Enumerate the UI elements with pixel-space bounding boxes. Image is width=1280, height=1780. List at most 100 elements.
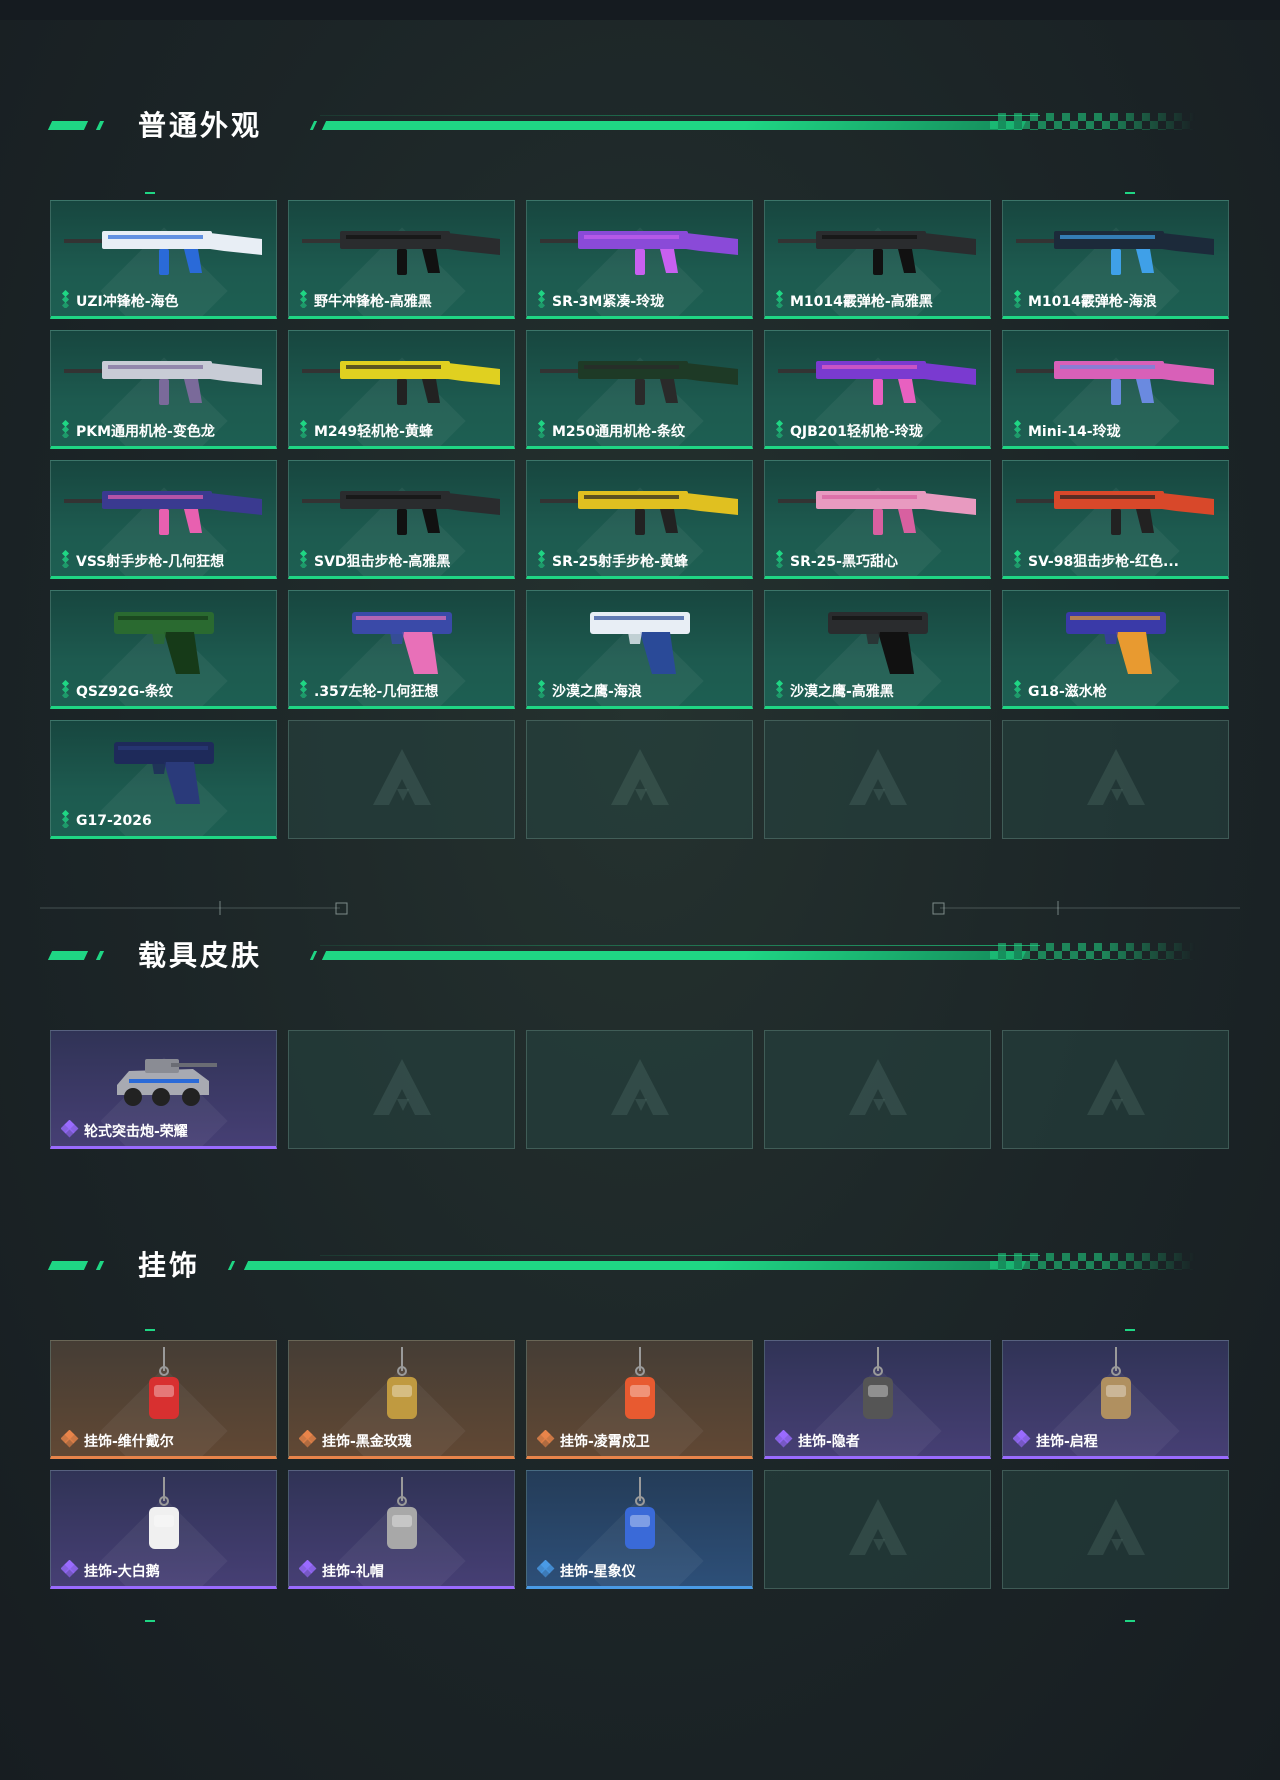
item-name: QSZ92G-条纹 [76,684,173,700]
item-label: 沙漠之鹰-高雅黑 [775,680,986,702]
weapon-skin-image [63,475,264,549]
weapon-skin-image [539,345,740,419]
section-header-weapon-skins: 普通外观 [47,107,1200,147]
item-card[interactable]: 挂饰-隐者 [764,1340,991,1459]
item-name: 沙漠之鹰-海浪 [552,684,642,700]
blue-rarity-icon [537,1560,555,1582]
section-title: 普通外观 [138,109,263,142]
item-name: Mini-14-玲珑 [1028,424,1121,440]
green-rarity-icon [299,680,309,702]
purple-rarity-icon [1013,1430,1031,1452]
green-rarity-icon [775,420,785,442]
item-name: 挂饰-星象仪 [560,1564,636,1580]
corner-marker [145,1620,155,1622]
item-card[interactable]: M250通用机枪-条纹 [526,330,753,449]
item-card[interactable]: UZI冲锋枪-海色 [50,200,277,319]
item-card[interactable]: 挂饰-凌霄戍卫 [526,1340,753,1459]
header-thin-line [320,945,1040,946]
weapon-skin-image [63,345,264,419]
empty-slot [764,1030,991,1149]
item-name: M250通用机枪-条纹 [552,424,685,440]
weapon-skin-image [777,475,978,549]
item-card[interactable]: .357左轮-几何狂想 [288,590,515,709]
item-label: 挂饰-启程 [1013,1430,1224,1452]
item-card[interactable]: SVD狙击步枪-高雅黑 [288,460,515,579]
item-label: G18-滋水枪 [1013,680,1224,702]
item-label: 轮式突击炮-荣耀 [61,1120,272,1142]
item-card[interactable]: 挂饰-黑金玫瑰 [288,1340,515,1459]
empty-slot [288,720,515,839]
item-card[interactable]: 沙漠之鹰-高雅黑 [764,590,991,709]
corner-marker [145,1329,155,1331]
purple-rarity-icon [61,1560,79,1582]
item-name: 轮式突击炮-荣耀 [84,1124,188,1140]
header-thin-line [320,115,1040,116]
header-line [243,1261,1027,1270]
item-card[interactable]: QSZ92G-条纹 [50,590,277,709]
empty-slot [1002,1030,1229,1149]
item-label: SR-25射手步枪-黄蜂 [537,550,748,572]
item-name: 挂饰-大白鹅 [84,1564,160,1580]
item-label: 挂饰-大白鹅 [61,1560,272,1582]
weapon-skin-image [301,215,502,289]
charm-image [610,1345,670,1439]
item-name: 挂饰-维什戴尔 [84,1434,174,1450]
item-card[interactable]: VSS射手步枪-几何狂想 [50,460,277,579]
placeholder-logo-icon [843,743,913,817]
item-card[interactable]: QJB201轻机枪-玲珑 [764,330,991,449]
item-card[interactable]: 沙漠之鹰-海浪 [526,590,753,709]
item-card[interactable]: 挂饰-维什戴尔 [50,1340,277,1459]
item-label: 挂饰-星象仪 [537,1560,748,1582]
header-line [321,121,1027,130]
header-checker-pattern [990,1253,1195,1270]
item-label: M250通用机枪-条纹 [537,420,748,442]
item-label: PKM通用机枪-变色龙 [61,420,272,442]
corner-marker [1125,192,1135,194]
header-line-tick [309,951,318,960]
weapon-skin-image [818,600,938,684]
item-name: 挂饰-黑金玫瑰 [322,1434,412,1450]
item-label: Mini-14-玲珑 [1013,420,1224,442]
placeholder-logo-icon [843,1053,913,1127]
item-name: SVD狙击步枪-高雅黑 [314,554,451,570]
green-rarity-icon [1013,680,1023,702]
weapon-skin-image [1015,215,1216,289]
item-name: 挂饰-凌霄戍卫 [560,1434,650,1450]
item-card[interactable]: 挂饰-星象仪 [526,1470,753,1589]
item-name: SR-3M紧凑-玲珑 [552,294,665,310]
weapon-skin-image [104,730,224,814]
item-card[interactable]: G17-2026 [50,720,277,839]
item-card[interactable]: G18-滋水枪 [1002,590,1229,709]
charm-image [1086,1345,1146,1439]
item-card[interactable]: 野牛冲锋枪-高雅黑 [288,200,515,319]
weapon-skin-image [1056,600,1176,684]
weapon-skin-image [777,215,978,289]
item-name: G18-滋水枪 [1028,684,1107,700]
section-divider [40,901,1240,915]
item-card[interactable]: M1014霰弹枪-海浪 [1002,200,1229,319]
item-card[interactable]: SR-25-黑巧甜心 [764,460,991,579]
item-card[interactable]: M1014霰弹枪-高雅黑 [764,200,991,319]
green-rarity-icon [775,550,785,572]
item-card[interactable]: 挂饰-大白鹅 [50,1470,277,1589]
empty-slot [526,720,753,839]
item-label: SR-3M紧凑-玲珑 [537,290,748,312]
item-label: 沙漠之鹰-海浪 [537,680,748,702]
item-card[interactable]: 挂饰-礼帽 [288,1470,515,1589]
item-card[interactable]: SR-25射手步枪-黄蜂 [526,460,753,579]
header-thin-line [320,1255,1040,1256]
purple-rarity-icon [775,1430,793,1452]
header-checker-pattern [990,943,1195,960]
item-card[interactable]: M249轻机枪-黄蜂 [288,330,515,449]
section-header-vehicle-skins: 载具皮肤 [47,937,1200,977]
item-card[interactable]: Mini-14-玲珑 [1002,330,1229,449]
green-rarity-icon [537,420,547,442]
item-card[interactable]: 挂饰-启程 [1002,1340,1229,1459]
item-card[interactable]: SR-3M紧凑-玲珑 [526,200,753,319]
charms-grid: 挂饰-维什戴尔 挂饰-黑金玫瑰 挂饰-凌霄戍卫 挂饰-隐者 挂饰-启程挂饰-大白鹅 挂饰-… [50,1340,1229,1589]
placeholder-logo-icon [367,1053,437,1127]
header-accent-bar [47,1261,89,1270]
item-card[interactable]: SV-98狙击步枪-红色... [1002,460,1229,579]
item-card[interactable]: 轮式突击炮-荣耀 [50,1030,277,1149]
item-card[interactable]: PKM通用机枪-变色龙 [50,330,277,449]
